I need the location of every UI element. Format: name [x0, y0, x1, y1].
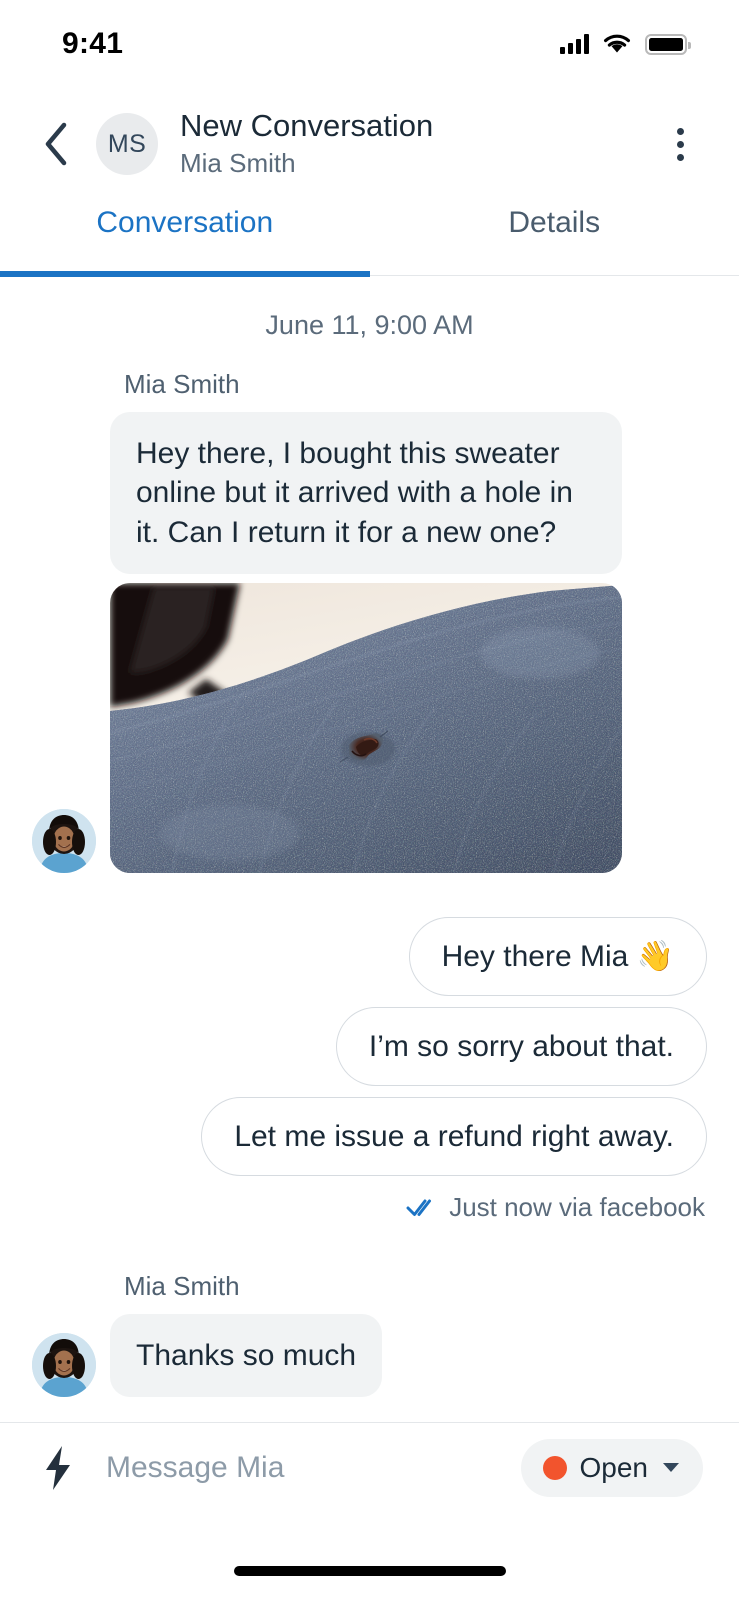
page-title: New Conversation — [180, 108, 434, 144]
double-check-icon — [406, 1199, 432, 1217]
message-thread[interactable]: June 11, 9:00 AM Mia Smith Hey there, I … — [0, 276, 739, 1422]
phone-screen: 9:41 MS New Conversation Mia Smith Conve… — [0, 0, 739, 1600]
tab-details[interactable]: Details — [370, 196, 739, 275]
message-bubble[interactable]: Thanks so much — [110, 1313, 383, 1398]
tab-conversation[interactable]: Conversation — [0, 196, 370, 277]
message-input[interactable] — [104, 1449, 521, 1486]
message-sender-name: Mia Smith — [124, 369, 240, 399]
header-subtitle: Mia Smith — [180, 148, 296, 179]
read-receipt: Just now via facebook — [406, 1192, 705, 1223]
avatar — [32, 1333, 96, 1398]
lightning-bolt-icon[interactable] — [36, 1444, 80, 1492]
avatar — [32, 808, 96, 873]
lightning-bolt-glyph — [46, 1445, 70, 1490]
battery-full-icon — [645, 33, 691, 55]
back-button[interactable] — [30, 118, 82, 170]
chevron-down-icon — [663, 1463, 679, 1472]
message-bubble[interactable]: I’m so sorry about that. — [335, 1006, 707, 1086]
date-separator: June 11, 9:00 AM — [265, 310, 474, 340]
message-bubble[interactable]: Let me issue a refund right away. — [201, 1096, 707, 1176]
cellular-signal-icon — [560, 34, 589, 54]
incoming-bubble-stack: Hey there, I bought this sweater online … — [110, 412, 622, 873]
message-row-outgoing: Hey there Mia 👋 I’m so sorry about that.… — [32, 916, 707, 1223]
message-row-incoming: Hey there, I bought this sweater online … — [32, 412, 707, 873]
header-text-group: New Conversation Mia Smith — [180, 108, 655, 179]
avatar-photo — [32, 808, 96, 873]
message-composer: Open — [0, 1422, 739, 1512]
incoming-bubble-stack: Thanks so much — [110, 1313, 383, 1398]
status-icon-group — [560, 33, 691, 55]
chevron-left-icon — [45, 122, 67, 166]
tab-conversation-label: Conversation — [96, 206, 274, 239]
sweater-hole-photo — [110, 582, 622, 873]
message-image-attachment[interactable] — [110, 582, 622, 873]
status-badge[interactable]: Open — [520, 1438, 703, 1497]
avatar: MS — [96, 113, 158, 175]
conversation-header: MS New Conversation Mia Smith — [0, 96, 739, 192]
message-bubble[interactable]: Hey there, I bought this sweater online … — [110, 412, 622, 574]
home-indicator — [233, 1566, 506, 1576]
incoming-block-last: Mia Smith Thanks so much — [32, 1270, 707, 1398]
read-receipt-text: Just now via facebook — [449, 1191, 705, 1222]
message-row-incoming: Thanks so much — [32, 1313, 707, 1398]
kebab-menu-icon[interactable] — [655, 116, 705, 172]
avatar-initials: MS — [107, 129, 147, 158]
status-dot-icon — [542, 1455, 567, 1480]
status-bar: 9:41 — [0, 0, 739, 88]
avatar-photo — [32, 1333, 96, 1398]
status-time: 9:41 — [62, 27, 124, 60]
message-bubble[interactable]: Hey there Mia 👋 — [408, 916, 707, 996]
message-sender-name: Mia Smith — [124, 1270, 240, 1301]
tab-bar: Conversation Details — [0, 196, 739, 277]
tab-details-label: Details — [508, 206, 601, 239]
status-label: Open — [579, 1451, 649, 1483]
wifi-icon — [604, 34, 630, 53]
